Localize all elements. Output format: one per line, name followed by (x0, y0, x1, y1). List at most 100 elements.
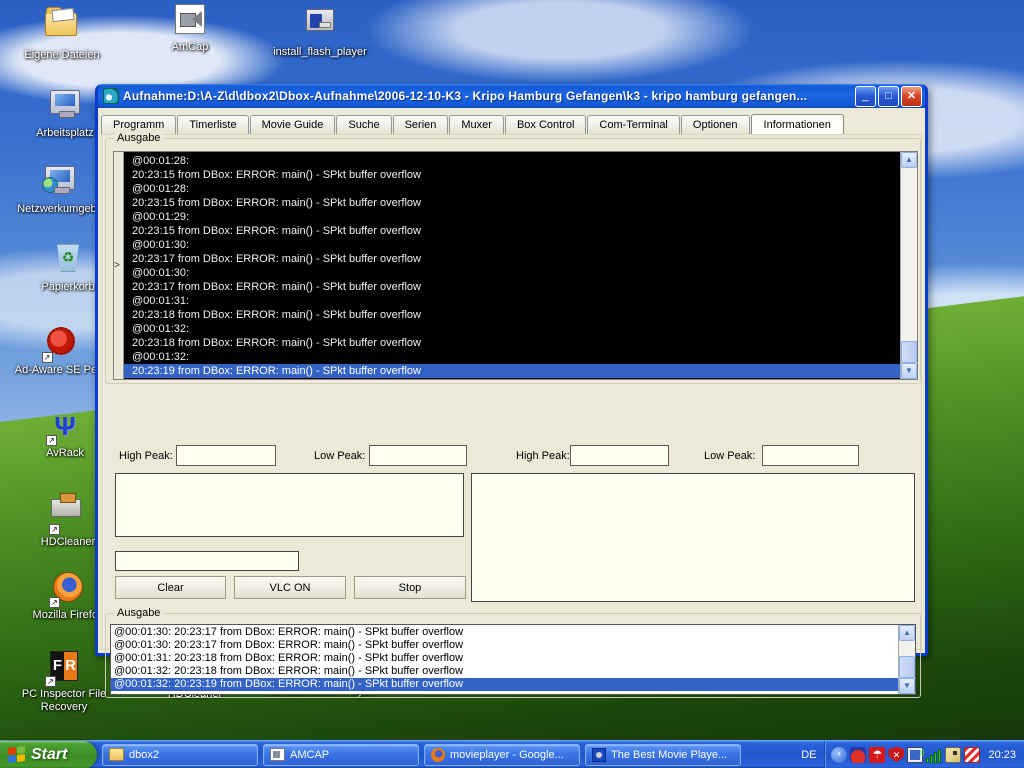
hdcleaner-icon: ↗ (51, 499, 85, 533)
console-line[interactable]: @00:01:32: (124, 322, 900, 336)
low-peak-field-1[interactable] (369, 445, 467, 466)
left-list-box[interactable] (115, 473, 464, 537)
console-line[interactable]: @00:01:31: (124, 294, 900, 308)
scroll-thumb[interactable] (901, 341, 917, 363)
console-line[interactable]: @00:01:28: (124, 154, 900, 168)
recycle-bin-icon: ♻ (51, 244, 85, 278)
tab-suche[interactable]: Suche (336, 115, 391, 134)
high-peak-label-2: High Peak: (516, 450, 570, 462)
language-indicator[interactable]: DE (793, 749, 824, 761)
adaware-icon: ↗ (44, 327, 78, 361)
documents-folder-icon (45, 12, 79, 46)
taskbar-item-best-movie-player[interactable]: The Best Movie Playe... (585, 744, 741, 766)
desktop-icon-eigene-dateien[interactable]: Eigene Dateien (12, 4, 112, 62)
stop-button[interactable]: Stop (354, 576, 466, 599)
my-computer-icon (48, 90, 82, 124)
tab-com-terminal[interactable]: Com-Terminal (587, 115, 679, 134)
firefox-icon (431, 748, 445, 762)
console-scrollbar[interactable]: ▲ ▼ (900, 152, 917, 379)
minimize-button[interactable]: _ (855, 86, 876, 107)
folder-icon (109, 748, 124, 761)
right-list-box[interactable] (471, 473, 915, 602)
scroll-down-icon[interactable]: ▼ (901, 363, 917, 379)
desktop-icon-pc-inspector[interactable]: FR↗ PC Inspector File Recovery (8, 650, 120, 714)
high-peak-field-2[interactable] (570, 445, 669, 466)
maximize-button[interactable]: □ (878, 86, 899, 107)
firewall-barrier-icon[interactable] (964, 747, 980, 763)
tab-optionen[interactable]: Optionen (681, 115, 750, 134)
list-item[interactable]: @00:01:30: 20:23:17 from DBox: ERROR: ma… (111, 626, 898, 639)
console-line[interactable]: @00:01:30: (124, 238, 900, 252)
windows-flag-icon (8, 746, 26, 764)
start-button[interactable]: Start (0, 741, 97, 768)
low-peak-label-2: Low Peak: (704, 450, 755, 462)
console-line[interactable]: 20:23:15 from DBox: ERROR: main() - SPkt… (124, 168, 900, 182)
low-peak-label-1: Low Peak: (314, 450, 365, 462)
taskbar-clock: 20:23 (988, 749, 1016, 761)
taskbar-item-dbox2[interactable]: dbox2 (102, 744, 258, 766)
scroll-down-icon[interactable]: ▼ (899, 678, 915, 694)
desktop-icon-label: PC Inspector File Recovery (8, 688, 120, 714)
signal-strength-icon[interactable] (926, 747, 942, 763)
bottom-output-list[interactable]: @00:01:30: 20:23:17 from DBox: ERROR: ma… (110, 624, 916, 695)
list-item[interactable]: @00:01:32: 20:23:18 from DBox: ERROR: ma… (111, 665, 898, 678)
console-line[interactable]: 20:23:15 from DBox: ERROR: main() - SPkt… (124, 224, 900, 238)
clear-button[interactable]: Clear (115, 576, 226, 599)
desktop-icon-install-flash-player[interactable]: install_flash_player (270, 4, 370, 59)
bottom-list-scrollbar[interactable]: ▲ ▼ (898, 625, 915, 694)
taskbar-item-amcap[interactable]: AMCAP (263, 744, 419, 766)
console-line[interactable]: @00:01:30: (124, 266, 900, 280)
tab-movie-guide[interactable]: Movie Guide (250, 115, 336, 134)
security-shield-icon[interactable] (888, 747, 904, 763)
console-line[interactable]: @00:01:29: (124, 210, 900, 224)
taskbar-item-movieplayer-google[interactable]: movieplayer - Google... (424, 744, 580, 766)
tab-box-control[interactable]: Box Control (505, 115, 586, 134)
console-line[interactable]: 20:23:17 from DBox: ERROR: main() - SPkt… (124, 252, 900, 266)
application-window: Aufnahme:D:\A-Z\d\dbox2\Dbox-Aufnahme\20… (95, 84, 928, 656)
console-line[interactable]: 20:23:18 from DBox: ERROR: main() - SPkt… (124, 308, 900, 322)
console-lines: @00:01:28: 20:23:15 from DBox: ERROR: ma… (124, 152, 900, 379)
console-line[interactable]: 20:23:18 from DBox: ERROR: main() - SPkt… (124, 336, 900, 350)
daemon-tray-icon[interactable] (850, 747, 866, 763)
network-places-icon (43, 166, 77, 200)
low-peak-field-2[interactable] (762, 445, 859, 466)
scroll-thumb[interactable] (899, 656, 915, 678)
file-recovery-icon: FR↗ (47, 651, 81, 685)
close-button[interactable]: ✕ (901, 86, 922, 107)
hide-icons-chevron-icon[interactable]: ‹ (831, 747, 847, 763)
list-item[interactable]: @00:01:30: 20:23:17 from DBox: ERROR: ma… (111, 639, 898, 652)
bottom-output-group-label: Ausgabe (114, 607, 163, 619)
tab-timerliste[interactable]: Timerliste (177, 115, 248, 134)
title-bar[interactable]: Aufnahme:D:\A-Z\d\dbox2\Dbox-Aufnahme\20… (98, 84, 925, 108)
desktop-icon-label: AmCap (140, 41, 240, 54)
scroll-up-icon[interactable]: ▲ (901, 152, 917, 168)
installer-icon (303, 9, 337, 43)
console-line[interactable]: 20:23:15 from DBox: ERROR: main() - SPkt… (124, 196, 900, 210)
tab-muxer[interactable]: Muxer (449, 115, 504, 134)
list-item-selected[interactable]: @00:01:32: 20:23:19 from DBox: ERROR: ma… (111, 678, 898, 691)
output-groupbox: Ausgabe > @00:01:28: 20:23:15 from DBox:… (105, 138, 921, 384)
high-peak-field-1[interactable] (176, 445, 276, 466)
desktop-icon-label: Eigene Dateien (12, 49, 112, 62)
memory-card-icon[interactable] (945, 747, 961, 763)
gutter-marker: > (114, 260, 120, 271)
remote-display-icon[interactable] (907, 747, 923, 763)
vlc-on-button[interactable]: VLC ON (234, 576, 346, 599)
tab-informationen[interactable]: Informationen (751, 114, 844, 135)
firefox-icon: ↗ (51, 572, 85, 606)
antivir-umbrella-icon[interactable]: ☂ (869, 747, 885, 763)
tab-serien[interactable]: Serien (393, 115, 449, 134)
console-line[interactable]: 20:23:17 from DBox: ERROR: main() - SPkt… (124, 280, 900, 294)
console-line-selected[interactable]: 20:23:19 from DBox: ERROR: main() - SPkt… (124, 364, 900, 378)
amcap-camera-icon (173, 4, 207, 38)
app-icon (103, 88, 119, 104)
high-peak-label-1: High Peak: (119, 450, 173, 462)
list-item[interactable]: @00:01:31: 20:23:18 from DBox: ERROR: ma… (111, 652, 898, 665)
desktop-icon-amcap[interactable]: AmCap (140, 2, 240, 54)
console-line[interactable]: @00:01:32: (124, 350, 900, 364)
command-input[interactable] (115, 551, 299, 571)
console-output[interactable]: > @00:01:28: 20:23:15 from DBox: ERROR: … (113, 151, 918, 380)
scroll-up-icon[interactable]: ▲ (899, 625, 915, 641)
console-line[interactable]: @00:01:28: (124, 182, 900, 196)
console-gutter: > (114, 152, 124, 379)
